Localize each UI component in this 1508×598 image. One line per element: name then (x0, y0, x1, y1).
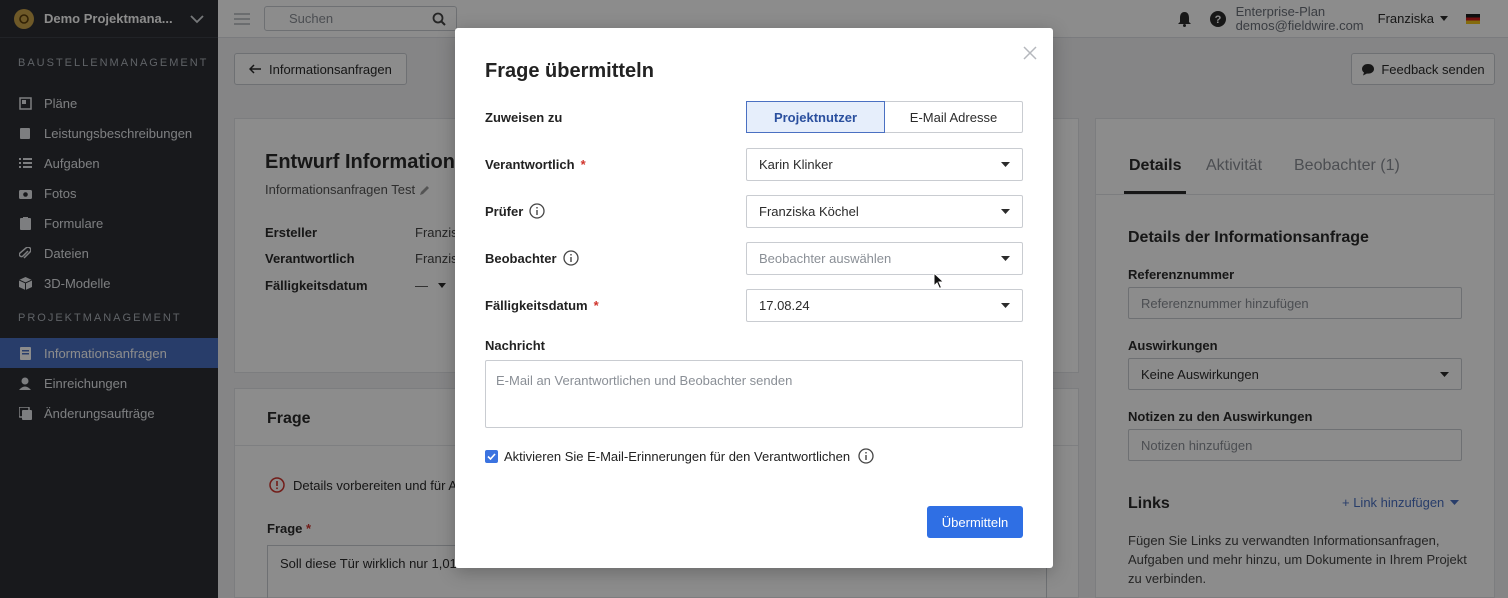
watchers-select[interactable]: Beobachter auswählen (746, 242, 1023, 275)
due-date-select[interactable]: 17.08.24 (746, 289, 1023, 322)
reminder-label: Aktivieren Sie E-Mail-Erinnerungen für d… (504, 448, 851, 464)
message-placeholder: E-Mail an Verantwortlichen und Beobachte… (496, 373, 793, 388)
assign-label: Zuweisen zu (485, 110, 563, 125)
reminder-checkbox[interactable] (485, 449, 498, 463)
reminder-checkbox-row[interactable]: Aktivieren Sie E-Mail-Erinnerungen für d… (485, 448, 874, 464)
submit-button[interactable]: Übermitteln (927, 506, 1023, 538)
reviewer-value: Franziska Köchel (759, 204, 859, 219)
reviewer-label: Prüfer (485, 203, 545, 219)
caret-down-icon (1001, 256, 1010, 261)
checkmark-icon (487, 452, 496, 460)
close-icon[interactable] (1023, 46, 1037, 60)
submit-question-dialog: Frage übermitteln Zuweisen zu Projektnut… (455, 28, 1053, 568)
due-date-label: Fälligkeitsdatum * (485, 298, 599, 313)
message-label: Nachricht (485, 338, 545, 353)
watchers-placeholder: Beobachter auswählen (759, 251, 892, 266)
responsible-value: Karin Klinker (759, 157, 833, 172)
message-textarea[interactable]: E-Mail an Verantwortlichen und Beobachte… (485, 360, 1023, 428)
watchers-label: Beobachter (485, 250, 579, 266)
due-date-value: 17.08.24 (759, 298, 810, 313)
assign-toggle: Projektnutzer E-Mail Adresse (746, 101, 1023, 133)
mouse-cursor-icon (933, 272, 945, 290)
caret-down-icon (1001, 209, 1010, 214)
assign-option-email[interactable]: E-Mail Adresse (885, 102, 1022, 132)
caret-down-icon (1001, 162, 1010, 167)
responsible-label: Verantwortlich * (485, 157, 586, 172)
dialog-title: Frage übermitteln (485, 60, 654, 82)
info-icon[interactable] (562, 250, 579, 266)
assign-option-project-users[interactable]: Projektnutzer (746, 101, 885, 133)
info-icon[interactable] (858, 448, 874, 464)
reviewer-select[interactable]: Franziska Köchel (746, 195, 1023, 228)
responsible-select[interactable]: Karin Klinker (746, 148, 1023, 181)
info-icon[interactable] (529, 203, 545, 219)
caret-down-icon (1001, 303, 1010, 308)
